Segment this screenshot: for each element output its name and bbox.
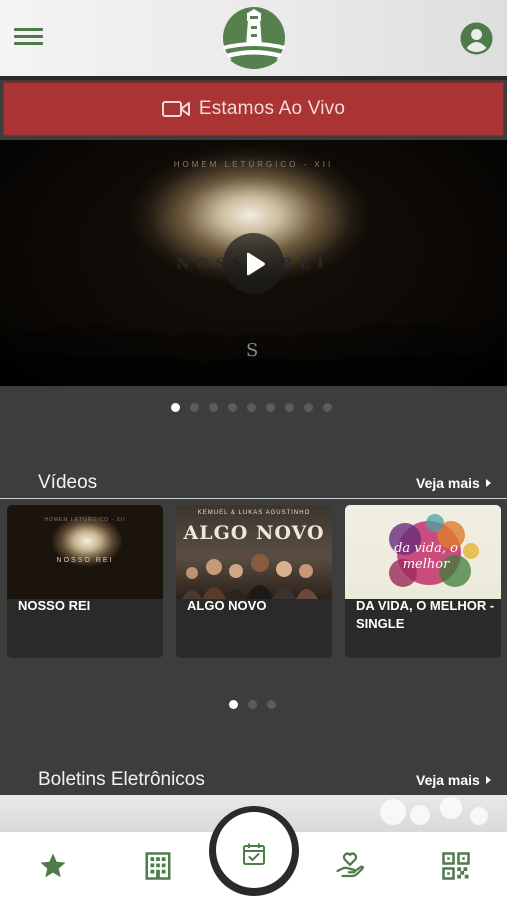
- videos-section-title: Vídeos: [38, 472, 98, 493]
- play-icon: [247, 252, 265, 276]
- live-now-banner[interactable]: Estamos Ao Vivo: [3, 82, 504, 136]
- carousel-dot[interactable]: [209, 403, 218, 412]
- video-camera-icon: [161, 101, 190, 117]
- see-more-label: Veja mais: [416, 772, 480, 788]
- carousel-dot[interactable]: [171, 403, 180, 412]
- thumbnail-title: NOSSO REI: [56, 557, 114, 564]
- chevron-right-icon: [485, 776, 491, 784]
- hamburger-menu-icon[interactable]: [14, 24, 48, 52]
- video-thumbnail: da vida, o melhor: [345, 505, 501, 599]
- carousel-dot[interactable]: [323, 403, 332, 412]
- carousel-dot[interactable]: [228, 403, 237, 412]
- bulletins-see-more-link[interactable]: Veja mais: [416, 772, 491, 788]
- video-thumbnail: KEMUEL & LUKAS AGUSTINHO ALGO NOVO: [176, 505, 332, 599]
- video-thumbnail: HOMEM LETÚRGICO - XII NOSSO REI: [7, 505, 163, 599]
- video-card-title: NOSSO REI: [18, 598, 91, 613]
- hero-monogram: S: [246, 340, 259, 361]
- video-card-title: DA VIDA, O MELHOR - SINGLE: [356, 598, 495, 631]
- thumbnail-title: da vida, o melhor: [394, 541, 458, 572]
- star-icon[interactable]: [38, 851, 68, 881]
- calendar-check-icon: [243, 843, 265, 865]
- hero-carousel-dots: [171, 403, 332, 412]
- section-divider: [0, 498, 507, 499]
- videos-carousel-dots: [229, 700, 276, 709]
- video-card[interactable]: KEMUEL & LUKAS AGUSTINHO ALGO NOVO ALGO …: [176, 505, 332, 658]
- play-button[interactable]: [223, 233, 284, 294]
- lighthouse-logo[interactable]: [222, 6, 286, 70]
- calendar-tab-button[interactable]: [216, 812, 292, 888]
- carousel-dot[interactable]: [304, 403, 313, 412]
- video-card[interactable]: HOMEM LETÚRGICO - XII NOSSO REI NOSSO RE…: [7, 505, 163, 658]
- video-card[interactable]: da vida, o melhor DA VIDA, O MELHOR - SI…: [345, 505, 501, 658]
- carousel-dot[interactable]: [285, 403, 294, 412]
- carousel-dot[interactable]: [248, 700, 257, 709]
- live-now-label: Estamos Ao Vivo: [198, 98, 346, 119]
- see-more-label: Veja mais: [416, 475, 480, 491]
- chevron-right-icon: [485, 479, 491, 487]
- carousel-dot[interactable]: [247, 403, 256, 412]
- app-header: [0, 0, 507, 76]
- account-circle-icon[interactable]: [460, 22, 493, 55]
- bulletins-section-title: Boletins Eletrônicos: [38, 769, 205, 790]
- qr-code-icon[interactable]: [441, 851, 471, 881]
- hand-heart-icon[interactable]: [335, 851, 365, 881]
- hero-carousel-slide[interactable]: HOMEM LETÚRGICO - XII NOSSO REI S: [0, 140, 507, 386]
- thumbnail-subtitle: HOMEM LETÚRGICO - XII: [44, 517, 126, 523]
- carousel-dot[interactable]: [229, 700, 238, 709]
- band-photo: [182, 554, 318, 599]
- video-card-title: ALGO NOVO: [187, 598, 267, 613]
- header-shadow: [0, 76, 507, 80]
- videos-see-more-link[interactable]: Veja mais: [416, 475, 491, 491]
- hero-subtitle: HOMEM LETÚRGICO - XII: [173, 160, 334, 169]
- carousel-dot[interactable]: [266, 403, 275, 412]
- carousel-dot[interactable]: [267, 700, 276, 709]
- carousel-dot[interactable]: [190, 403, 199, 412]
- building-icon[interactable]: [143, 851, 173, 881]
